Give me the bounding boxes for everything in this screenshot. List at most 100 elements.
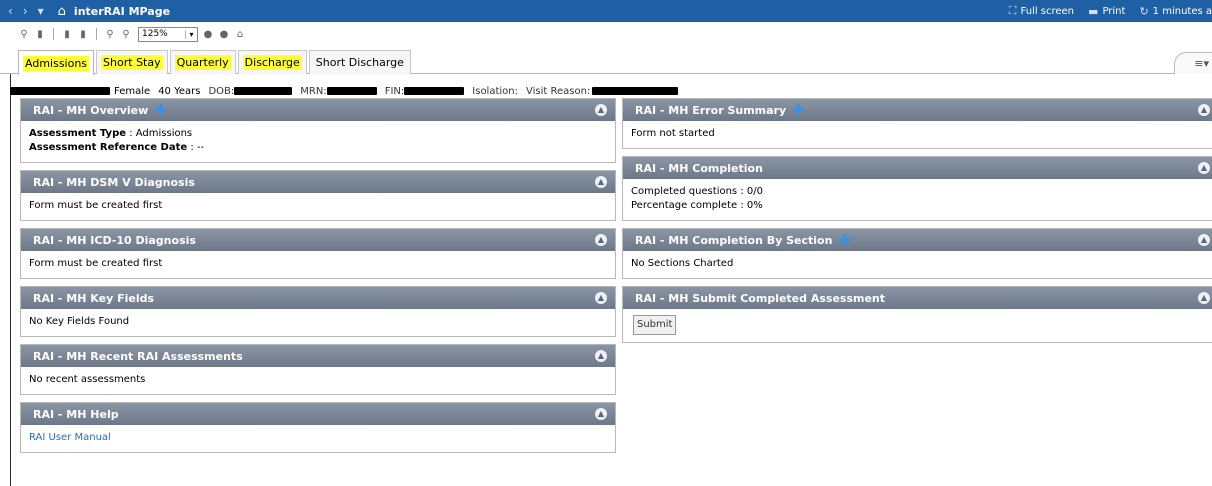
user-manual-link[interactable]: RAI User Manual — [29, 432, 111, 443]
tab-admissions[interactable]: Admissions — [18, 50, 95, 75]
panel-title: RAI - MH ICD-10 Diagnosis — [33, 233, 196, 247]
home-icon[interactable]: ⌂ — [234, 29, 246, 40]
submit-button[interactable]: Submit — [633, 315, 677, 335]
panel-title: RAI - MH Recent RAI Assessments — [33, 349, 243, 363]
redacted-visit-reason — [592, 87, 679, 95]
circle-icon[interactable]: ● — [218, 29, 230, 40]
fin-label: FIN: — [384, 85, 405, 97]
icd-header[interactable]: RAI - MH ICD-10 Diagnosis ▲ — [21, 229, 615, 251]
tab-menu-button[interactable]: ≡▾ — [1174, 52, 1212, 74]
toolbar-divider — [53, 28, 54, 40]
percentage-complete: Percentage complete : 0% — [631, 200, 763, 211]
redacted-fin — [404, 87, 465, 95]
collapse-icon[interactable]: ▲ — [595, 408, 607, 420]
add-icon[interactable]: ✚ — [838, 232, 851, 248]
toolbar-divider — [96, 28, 97, 40]
redacted-mrn — [326, 87, 377, 95]
fullscreen-label: Full screen — [1020, 5, 1075, 17]
recent-assessments-header[interactable]: RAI - MH Recent RAI Assessments ▲ — [21, 345, 615, 367]
redacted-name — [10, 87, 110, 95]
error-summary-header[interactable]: RAI - MH Error Summary ✚ ▲ — [623, 99, 1212, 121]
panel-title: RAI - MH Key Fields — [33, 291, 155, 305]
left-column: RAI - MH Overview ✚ ▲ Assessment Type : … — [20, 98, 616, 460]
dsm-panel: RAI - MH DSM V Diagnosis ▲ Form must be … — [20, 170, 616, 221]
nav-dropdown-icon[interactable]: ▾ — [38, 4, 44, 18]
forward-icon[interactable]: › — [23, 4, 28, 18]
page-icon[interactable]: ▮ — [34, 29, 46, 40]
nav-controls: ‹ › ▾ — [0, 4, 44, 18]
toolbar: ⚲ ▮ ▮ ▮ ⚲ ⚲ 125% ▾ ● ● ⌂ — [0, 22, 1212, 46]
collapse-icon[interactable]: ▲ — [595, 350, 607, 362]
completion-header[interactable]: RAI - MH Completion ▲ — [623, 157, 1212, 179]
help-header[interactable]: RAI - MH Help ▲ — [21, 403, 615, 425]
tab-label: Quarterly — [174, 55, 231, 70]
key-fields-body: No Key Fields Found — [29, 316, 130, 327]
binoculars-icon[interactable]: ⚲ — [18, 29, 30, 40]
add-icon[interactable]: ✚ — [154, 102, 167, 118]
refresh-label: 1 minutes a — [1152, 5, 1212, 17]
collapse-icon[interactable]: ▲ — [1198, 104, 1210, 116]
overview-header[interactable]: RAI - MH Overview ✚ ▲ — [21, 99, 615, 121]
submit-header[interactable]: RAI - MH Submit Completed Assessment ▲ — [623, 287, 1212, 309]
zoom-in-icon[interactable]: ⚲ — [104, 29, 116, 40]
panel-title: RAI - MH Help — [33, 407, 119, 421]
title-bar: ‹ › ▾ ⌂ interRAI MPage ⛶ Full screen ▬ P… — [0, 0, 1212, 22]
app-title: interRAI MPage — [73, 4, 171, 18]
tab-label: Admissions — [23, 55, 90, 71]
mrn-label: MRN: — [300, 85, 327, 97]
panel-title: RAI - MH DSM V Diagnosis — [33, 175, 195, 189]
collapse-icon[interactable]: ▲ — [595, 176, 607, 188]
title-actions: ⛶ Full screen ▬ Print ↻ 1 minutes a — [1009, 0, 1212, 22]
dob-label: DOB: — [208, 85, 235, 97]
tab-label: Short Discharge — [315, 56, 404, 69]
collapse-icon[interactable]: ▲ — [595, 234, 607, 246]
collapse-icon[interactable]: ▲ — [1198, 234, 1210, 246]
key-fields-header[interactable]: RAI - MH Key Fields ▲ — [21, 287, 615, 309]
collapse-icon[interactable]: ▲ — [1198, 292, 1210, 304]
panel-title: RAI - MH Error Summary — [635, 103, 787, 117]
collapse-icon[interactable]: ▲ — [595, 104, 607, 116]
ref-date-label: Assessment Reference Date — [29, 142, 188, 153]
left-border — [10, 74, 11, 486]
tab-short-stay[interactable]: Short Stay — [96, 50, 168, 74]
fullscreen-icon: ⛶ — [1008, 4, 1017, 17]
tab-short-discharge[interactable]: Short Discharge — [308, 50, 411, 74]
visit-reason-label: Visit Reason: — [526, 85, 591, 97]
back-icon[interactable]: ‹ — [8, 4, 13, 18]
printer-icon: ▬ — [1088, 4, 1099, 18]
overview-panel: RAI - MH Overview ✚ ▲ Assessment Type : … — [20, 98, 616, 163]
chevron-down-icon: ▾ — [185, 29, 197, 39]
collapse-icon[interactable]: ▲ — [595, 292, 607, 304]
add-icon[interactable]: ✚ — [792, 102, 805, 118]
patient-banner: Female 40 Years DOB: MRN: FIN: Isolation… — [10, 84, 679, 98]
fullscreen-button[interactable]: ⛶ Full screen — [1009, 4, 1074, 18]
key-fields-panel: RAI - MH Key Fields ▲ No Key Fields Foun… — [20, 286, 616, 337]
print-icon[interactable]: ▮ — [61, 29, 73, 40]
dsm-header[interactable]: RAI - MH DSM V Diagnosis ▲ — [21, 171, 615, 193]
tab-label: Discharge — [242, 55, 302, 70]
refresh-button[interactable]: ↻ 1 minutes a — [1139, 5, 1212, 18]
tab-quarterly[interactable]: Quarterly — [169, 50, 236, 74]
tab-discharge[interactable]: Discharge — [237, 50, 307, 74]
ref-date-value: : -- — [187, 142, 205, 153]
overview-body: Assessment Type : Admissions Assessment … — [21, 121, 615, 162]
submit-body: Submit — [623, 309, 1212, 342]
tab-bar: Admissions Short Stay Quarterly Discharg… — [0, 48, 1212, 75]
zoom-value: 125% — [142, 29, 168, 39]
isolation-label: Isolation: — [472, 85, 518, 97]
home-icon[interactable]: ⌂ — [58, 4, 66, 19]
panel-title: RAI - MH Submit Completed Assessment — [635, 291, 886, 305]
circle-icon[interactable]: ● — [202, 29, 214, 40]
zoom-out-icon[interactable]: ⚲ — [120, 29, 132, 40]
zoom-select[interactable]: 125% ▾ — [138, 26, 198, 42]
panel-title: RAI - MH Completion — [635, 161, 763, 175]
completion-panel: RAI - MH Completion ▲ Completed question… — [622, 156, 1212, 221]
completion-by-section-body: No Sections Charted — [631, 258, 734, 269]
collapse-icon[interactable]: ▲ — [1198, 162, 1210, 174]
print-button[interactable]: ▬ Print — [1088, 5, 1125, 18]
print-preview-icon[interactable]: ▮ — [77, 29, 89, 40]
completion-by-section-header[interactable]: RAI - MH Completion By Section ✚ ▲ — [623, 229, 1212, 251]
recent-assessments-body: No recent assessments — [29, 374, 146, 385]
tab-label: Short Stay — [101, 55, 163, 70]
panel-title: RAI - MH Completion By Section — [635, 233, 833, 247]
